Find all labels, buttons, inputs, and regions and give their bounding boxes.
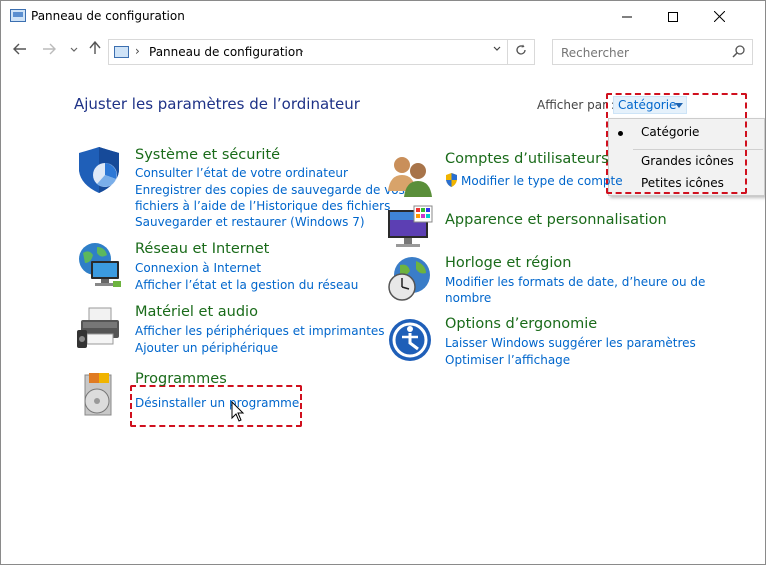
category-title-network[interactable]: Réseau et Internet [135, 241, 269, 257]
category-title-users[interactable]: Comptes d’utilisateurs [445, 151, 609, 167]
users-icon [388, 157, 432, 197]
refresh-button[interactable] [507, 40, 534, 64]
breadcrumb-separator-icon: › [135, 44, 140, 58]
link-date-time-formats[interactable]: Modifier les formats de date, d’heure ou… [445, 274, 705, 291]
minimize-icon [622, 16, 632, 17]
category-title-ease[interactable]: Options d’ergonomie [445, 316, 597, 332]
breadcrumb-separator-icon[interactable]: › [299, 44, 304, 58]
view-by-label: Afficher par : [537, 98, 615, 112]
search-input[interactable] [559, 43, 728, 63]
shield-icon [79, 147, 119, 193]
link-backup-restore[interactable]: Sauvegarder et restaurer (Windows 7) [135, 214, 365, 231]
search-icon [732, 45, 745, 58]
ease-of-access-icon [389, 319, 431, 361]
link-devices-printers[interactable]: Afficher les périphériques et imprimante… [135, 323, 385, 340]
link-number-format[interactable]: nombre [445, 290, 491, 307]
page-title: Ajuster les paramètres de l’ordinateur [74, 95, 360, 113]
link-add-device[interactable]: Ajouter un périphérique [135, 340, 278, 357]
recent-locations-button[interactable] [64, 41, 84, 59]
close-icon [713, 11, 725, 22]
up-arrow-icon [89, 40, 101, 54]
network-globe-icon [79, 243, 121, 287]
navigation-bar: › Panneau de configuration › [1, 35, 765, 69]
control-panel-icon [10, 9, 26, 22]
up-button[interactable] [85, 40, 105, 59]
category-title-programs[interactable]: Programmes [135, 371, 227, 387]
forward-arrow-icon [43, 43, 56, 55]
clock-globe-icon [388, 257, 430, 301]
address-field[interactable]: › Panneau de configuration › [108, 39, 535, 65]
link-check-status[interactable]: Consulter l’état de votre ordinateur [135, 165, 348, 182]
link-suggest-settings[interactable]: Laisser Windows suggérer les paramètres [445, 335, 696, 352]
highlight-view-by-menu [606, 93, 747, 194]
search-box[interactable] [552, 39, 753, 65]
link-backup-copies[interactable]: Enregistrer des copies de sauvegarde de … [135, 182, 405, 199]
minimize-button[interactable] [604, 1, 650, 32]
window-title: Panneau de configuration [31, 9, 185, 23]
close-button[interactable] [696, 1, 742, 32]
refresh-icon [516, 44, 526, 55]
uac-shield-icon [446, 173, 457, 187]
programs-disc-icon [84, 373, 112, 416]
category-title-system[interactable]: Système et sécurité [135, 147, 280, 163]
breadcrumb-control-panel[interactable]: Panneau de configuration [149, 45, 303, 59]
category-title-hardware[interactable]: Matériel et audio [135, 304, 258, 320]
forward-button[interactable] [39, 41, 59, 59]
link-connect-internet[interactable]: Connexion à Internet [135, 260, 261, 277]
chevron-down-icon [70, 47, 78, 52]
back-button[interactable] [10, 41, 30, 59]
control-panel-icon [114, 46, 129, 58]
link-change-account-type[interactable]: Modifier le type de compte [461, 173, 623, 190]
control-panel-window: Panneau de configuration › Panneau de co… [0, 0, 766, 565]
link-uninstall-program[interactable]: Désinstaller un programme [135, 395, 299, 412]
maximize-button[interactable] [650, 1, 696, 32]
link-file-history[interactable]: fichiers à l’aide de l’Historique des fi… [135, 198, 390, 215]
title-bar: Panneau de configuration [1, 1, 765, 32]
maximize-icon [668, 11, 678, 22]
chevron-down-icon [493, 46, 501, 51]
back-arrow-icon [13, 43, 26, 55]
address-dropdown-button[interactable] [492, 43, 502, 57]
link-optimize-display[interactable]: Optimiser l’affichage [445, 352, 570, 369]
link-network-status[interactable]: Afficher l’état et la gestion du réseau [135, 277, 358, 294]
appearance-monitor-icon [388, 205, 433, 247]
printer-icon [77, 307, 119, 348]
mouse-cursor-icon [231, 401, 245, 422]
category-title-appearance[interactable]: Apparence et personnalisation [445, 212, 667, 228]
category-title-clock[interactable]: Horloge et région [445, 255, 571, 271]
